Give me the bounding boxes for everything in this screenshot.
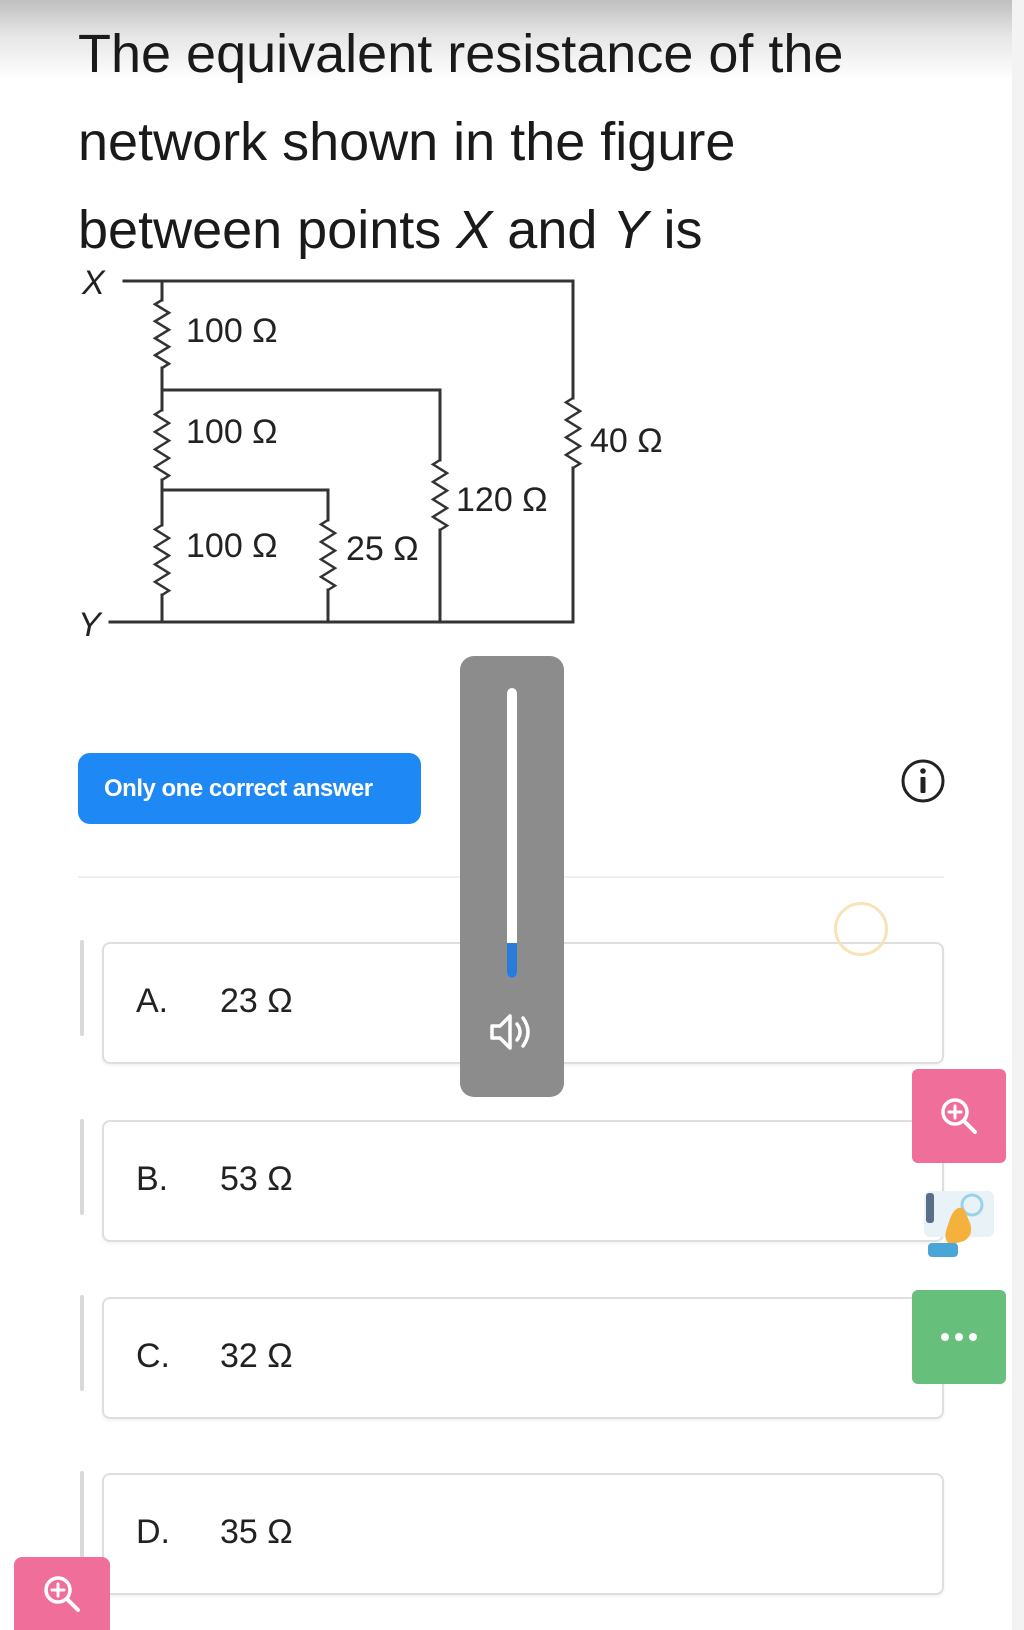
option-letter: A. (136, 982, 169, 1020)
option-d[interactable]: D. 35 Ω (102, 1473, 944, 1595)
resistor-zigzag-25 (318, 518, 338, 592)
option-bar-c (80, 1295, 84, 1391)
hand-pointer-icon (924, 1191, 994, 1257)
option-letter: C. (136, 1337, 170, 1375)
tap-hint-button[interactable] (920, 1185, 1000, 1265)
question-line-2: network shown in the figure (78, 112, 736, 172)
resistor-label-100-bottom: 100 Ω (186, 527, 278, 565)
touch-indicator-ring (834, 902, 888, 956)
option-c[interactable]: C. 32 Ω (102, 1297, 944, 1419)
resistor-label-120: 120 Ω (456, 481, 548, 519)
option-value: 23 Ω (220, 982, 293, 1020)
speaker-icon[interactable] (486, 1006, 538, 1058)
resistor-zigzag-2 (152, 408, 172, 482)
more-dots-icon (941, 1333, 977, 1341)
zoom-in-icon (941, 1098, 977, 1134)
option-value: 53 Ω (220, 1160, 293, 1198)
option-b[interactable]: B. 53 Ω (102, 1120, 944, 1242)
zoom-in-icon (44, 1575, 80, 1612)
option-letter: B. (136, 1160, 169, 1198)
answer-mode-badge: Only one correct answer (78, 753, 421, 824)
info-icon[interactable] (900, 758, 946, 804)
option-letter: D. (136, 1513, 170, 1551)
circuit-diagram: X Y 100 Ω 100 Ω 100 Ω 25 Ω 120 Ω 40 Ω (78, 264, 663, 640)
wire-branch-25 (160, 488, 330, 522)
resistor-zigzag-40 (563, 396, 583, 470)
more-options-button[interactable] (912, 1290, 1006, 1384)
option-value: 35 Ω (220, 1513, 293, 1551)
node-label-y: Y (78, 606, 103, 640)
option-value: 32 Ω (220, 1337, 293, 1375)
option-bar-d (80, 1471, 84, 1567)
option-bar-a (80, 940, 84, 1036)
volume-overlay (460, 656, 564, 1097)
zoom-button-bottom[interactable] (14, 1557, 110, 1630)
right-edge-strip (1012, 0, 1024, 1630)
resistor-label-40: 40 Ω (590, 422, 663, 460)
resistor-zigzag-120 (430, 458, 450, 532)
question-line-1: The equivalent resistance of the (78, 24, 844, 84)
zoom-button[interactable] (912, 1069, 1006, 1163)
question-text: The equivalent resistance of the network… (78, 10, 938, 274)
node-label-x: X (81, 264, 106, 302)
resistor-zigzag-3 (152, 523, 172, 597)
volume-slider-level[interactable] (507, 943, 517, 978)
volume-slider-track[interactable] (507, 688, 517, 978)
resistor-label-100-mid: 100 Ω (186, 413, 278, 451)
resistor-label-25: 25 Ω (346, 530, 419, 568)
resistor-zigzag-1 (152, 298, 172, 370)
resistor-label-100-top: 100 Ω (186, 312, 278, 350)
option-bar-b (80, 1119, 84, 1215)
